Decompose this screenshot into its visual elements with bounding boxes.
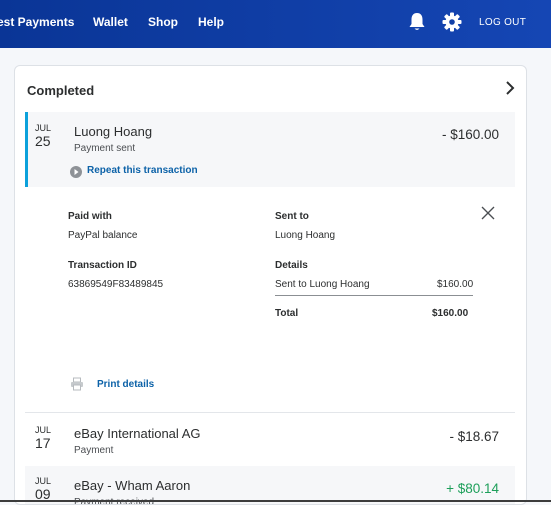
details-line-item: Sent to Luong Hoang [275, 279, 370, 290]
sent-to-label: Sent to [275, 211, 309, 222]
transaction-day: 17 [35, 435, 51, 451]
nav-item-payments[interactable]: est Payments [0, 15, 74, 29]
transaction-month: JUL [35, 123, 52, 133]
total-label: Total [275, 308, 299, 319]
transaction-id-label: Transaction ID [68, 260, 137, 271]
transaction-name: eBay International AG [74, 426, 201, 441]
chevron-right-icon[interactable] [503, 80, 517, 96]
transaction-amount: + $80.14 [446, 481, 499, 496]
printer-icon [70, 377, 84, 391]
transaction-row[interactable]: JUL 25 Luong Hoang Payment sent - $160.0… [25, 112, 515, 187]
print-details-label: Print details [97, 379, 155, 390]
transaction-month: JUL [35, 425, 52, 435]
transaction-amount: - $18.67 [449, 429, 499, 444]
transaction-name: Luong Hoang [74, 124, 153, 139]
nav-item-wallet[interactable]: Wallet [93, 15, 128, 29]
transaction-type: Payment [74, 445, 114, 456]
activity-card: Completed JUL 25 Luong Hoang Payment sen… [14, 65, 527, 505]
top-nav-bar: est Payments Wallet Shop Help LOG OUT [0, 0, 551, 48]
transaction-id-value: 63869549F83489845 [68, 279, 164, 290]
nav-item-shop[interactable]: Shop [148, 15, 178, 29]
paid-with-label: Paid with [68, 211, 112, 222]
gear-icon[interactable] [441, 11, 463, 33]
details-line-amount: $160.00 [437, 279, 474, 290]
logout-button[interactable]: LOG OUT [479, 17, 526, 28]
transaction-amount: - $160.00 [441, 127, 499, 142]
details-label: Details [275, 260, 308, 271]
nav-item-help[interactable]: Help [198, 15, 224, 29]
transaction-row[interactable]: JUL 17 eBay International AG Payment - $… [25, 413, 515, 465]
sent-to-value: Luong Hoang [275, 230, 336, 241]
total-amount: $160.00 [432, 308, 469, 319]
transaction-type: Payment sent [74, 143, 136, 154]
repeat-arrow-icon [70, 165, 82, 178]
transaction-name: eBay - Wham Aaron [74, 478, 191, 493]
details-divider [275, 295, 473, 296]
transaction-details-panel: Paid with PayPal balance Sent to Luong H… [25, 187, 515, 413]
close-icon[interactable] [481, 206, 495, 220]
transaction-day: 25 [35, 133, 51, 149]
transaction-month: JUL [35, 476, 52, 486]
window-edge-divider [0, 500, 551, 502]
repeat-transaction-label: Repeat this transaction [87, 165, 198, 176]
section-title: Completed [27, 83, 95, 98]
bell-icon[interactable] [406, 11, 428, 33]
paid-with-value: PayPal balance [68, 230, 138, 241]
